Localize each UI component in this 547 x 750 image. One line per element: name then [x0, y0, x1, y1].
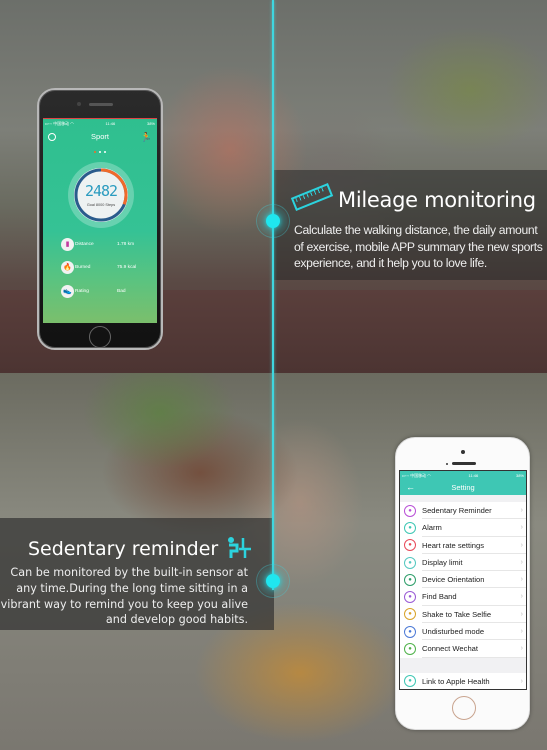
sport-screen: ••◦◦◦ 中国移动 ◠ 11:46 38% Sport 🏃 2482 Goal… — [43, 118, 157, 323]
status-bar: ••◦◦◦ 中国移动 ◠ 11:46 38% — [43, 119, 157, 128]
timeline-line — [272, 0, 274, 590]
chevron-right-icon: › — [520, 576, 523, 584]
front-camera — [77, 102, 81, 106]
menu-item-sedentary-reminder[interactable]: ● Sedentary Reminder › — [400, 502, 526, 520]
battery: 38% — [515, 473, 524, 478]
ruler-icon: ▮ — [61, 237, 74, 251]
carrier: ••◦◦◦ 中国移动 ◠ — [45, 120, 74, 126]
page-dot[interactable] — [104, 151, 106, 153]
menu-item-label: Undisturbed mode — [422, 623, 526, 641]
flame-icon: 🔥 — [61, 260, 74, 274]
page-dot[interactable] — [99, 151, 101, 153]
chevron-right-icon: › — [520, 507, 523, 514]
clock: 11:46 — [105, 121, 116, 126]
chevron-right-icon: › — [520, 610, 523, 618]
menu-item-undisturbed-mode[interactable]: ● Undisturbed mode › — [400, 623, 526, 641]
alarm-icon: ● — [404, 521, 416, 534]
chevron-right-icon: › — [520, 677, 523, 685]
settings-icon[interactable] — [48, 133, 56, 141]
runner-icon[interactable]: 🏃 — [141, 128, 152, 146]
mileage-description: Calculate the walking distance, the dail… — [294, 223, 543, 270]
chevron-right-icon: › — [520, 558, 523, 566]
step-count: 2482 — [84, 182, 118, 200]
search-icon: ● — [404, 591, 416, 604]
chevron-right-icon: › — [520, 628, 523, 636]
sedentary-feature-panel: Sedentary reminder Can be monitored by t… — [0, 518, 274, 630]
moon-icon: ● — [404, 625, 416, 638]
sport-header: Sport 🏃 — [43, 128, 157, 146]
menu-item-find-band[interactable]: ● Find Band › — [400, 588, 526, 606]
menu-item-label: Connect Wechat — [422, 640, 526, 658]
menu-item-label: Display limit — [422, 554, 526, 572]
sitting-icon: ● — [404, 504, 416, 517]
timeline-node-mileage — [256, 204, 290, 238]
step-goal: Goal 8000 Steps — [86, 203, 116, 207]
menu-item-label: Heart rate settings — [422, 537, 526, 554]
chevron-right-icon: › — [520, 524, 523, 532]
battery: 38% — [146, 121, 155, 126]
stat-rating: 👟 Rating Bad — [61, 284, 151, 298]
menu-item-label: Device Orientation — [422, 571, 526, 589]
chevron-right-icon: › — [520, 593, 523, 601]
phone-setting: ••◦◦◦ 中国移动 ◠ 11:46 38% ← Setting ● Sedent… — [395, 437, 530, 730]
ruler-icon — [290, 183, 334, 211]
menu-item-display-limit[interactable]: ● Display limit › — [400, 554, 526, 572]
mileage-feature-panel: Mileage monitoring Calculate the walking… — [274, 170, 547, 280]
stat-burned: 🔥 Burned 75.9 kcal — [61, 260, 151, 274]
menu-item-label: Find Band — [422, 588, 526, 606]
menu-item-label: Sedentary Reminder — [422, 502, 526, 520]
settings-menu-footer: ● Link to Apple Health › — [400, 672, 526, 689]
chevron-right-icon: › — [520, 541, 523, 549]
step-ring: 2482 Goal 8000 Steps — [68, 162, 134, 228]
earpiece — [452, 462, 476, 465]
carrier: ••◦◦◦ 中国移动 ◠ — [402, 472, 431, 478]
home-button[interactable] — [452, 696, 476, 720]
link-icon: ● — [404, 675, 416, 688]
menu-spacer — [400, 657, 526, 673]
orientation-icon: ● — [404, 573, 416, 586]
menu-item-alarm[interactable]: ● Alarm › — [400, 519, 526, 537]
sun-icon: ● — [404, 556, 416, 569]
sedentary-description: Can be monitored by the built-in sensor … — [0, 566, 248, 627]
menu-item-label: Shake to Take Selfie — [422, 606, 526, 624]
menu-item-link-to-apple-health[interactable]: ● Link to Apple Health › — [400, 673, 526, 689]
menu-item-shake-to-take-selfie[interactable]: ● Shake to Take Selfie › — [400, 606, 526, 624]
page-dot[interactable] — [94, 151, 96, 153]
shoe-icon: 👟 — [61, 284, 74, 298]
settings-menu: ● Sedentary Reminder › ● Alarm › ● Heart rate s… — [400, 502, 526, 658]
sedentary-title: Sedentary reminder — [28, 538, 219, 560]
heart-rate-icon: ● — [404, 539, 416, 552]
camera-icon: ● — [404, 608, 416, 621]
menu-item-label: Alarm — [422, 519, 526, 537]
phone-sport: ••◦◦◦ 中国移动 ◠ 11:46 38% Sport 🏃 2482 Goal… — [37, 88, 163, 350]
setting-title: Setting — [451, 483, 475, 492]
menu-item-label: Link to Apple Health — [422, 673, 526, 689]
home-button[interactable] — [89, 326, 111, 348]
menu-item-heart-rate-settings[interactable]: ● Heart rate settings › — [400, 537, 526, 554]
menu-item-device-orientation[interactable]: ● Device Orientation › — [400, 571, 526, 589]
timeline-node-sedentary — [256, 564, 290, 598]
earpiece — [89, 103, 113, 106]
mileage-title: Mileage monitoring — [338, 188, 536, 212]
sitting-person-icon — [228, 537, 251, 558]
sensor — [446, 463, 448, 465]
wechat-icon: ● — [404, 643, 416, 656]
setting-header: ← Setting — [400, 480, 526, 495]
setting-screen: ••◦◦◦ 中国移动 ◠ 11:46 38% ← Setting ● Sedent… — [399, 470, 527, 690]
back-arrow-icon[interactable]: ← — [406, 480, 415, 495]
stat-distance: ▮ Distance 1.78 km — [61, 237, 151, 251]
menu-item-connect-wechat[interactable]: ● Connect Wechat › — [400, 640, 526, 658]
status-bar: ••◦◦◦ 中国移动 ◠ 11:46 38% — [400, 471, 526, 480]
chevron-right-icon: › — [520, 645, 523, 653]
clock: 11:46 — [468, 473, 479, 478]
front-camera — [461, 450, 465, 454]
sport-title: Sport — [91, 132, 109, 141]
page-indicator — [43, 146, 157, 154]
